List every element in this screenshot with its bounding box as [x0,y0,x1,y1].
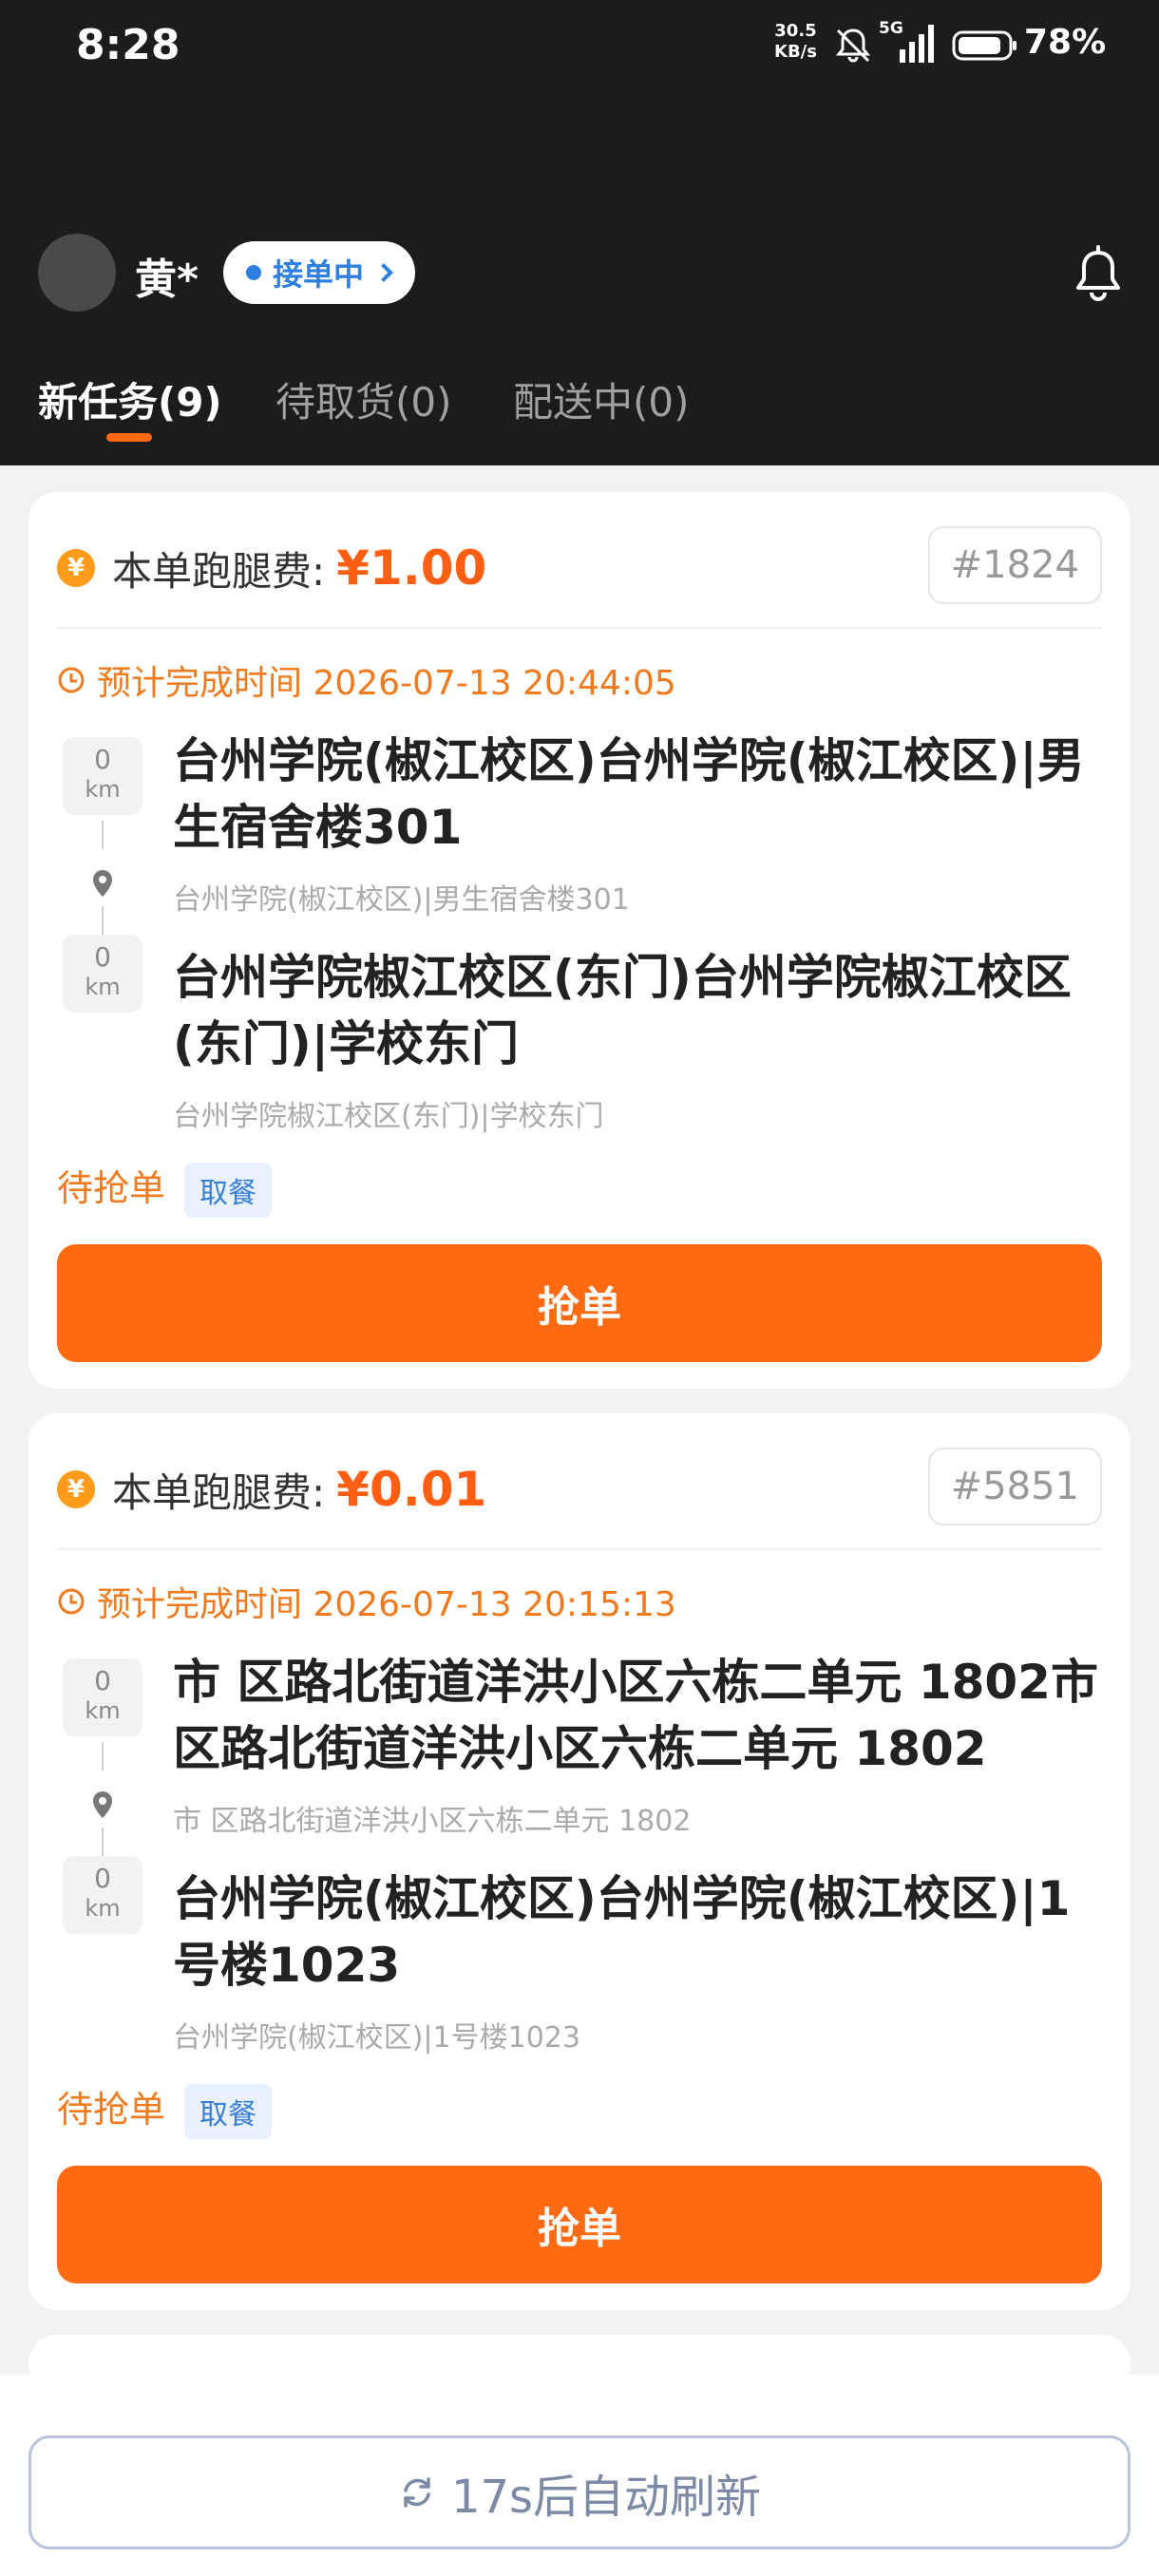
order-type-tag: 取餐 [184,2084,272,2139]
pickup-address-detail: 台州学院(椒江校区)|男生宿舍楼301 [173,883,630,917]
clock-icon [58,1588,85,1615]
divider [57,1548,1102,1550]
status-label: 接单中 [273,256,365,293]
refresh-icon [404,2477,430,2508]
signal-icon [900,25,934,63]
eta-text: 预计完成时间 2026-07-13 20:44:05 [97,664,676,703]
order-number: #5851 [927,1448,1102,1525]
network-speed: 30.5 KB/s [774,21,817,62]
grab-order-button[interactable]: 抢单 [57,1244,1102,1362]
location-pin-icon [93,870,112,897]
task-card: ¥ 本单跑腿费: ¥0.01 #5851 预计完成时间 2026-07-13 2… [28,1413,1130,2310]
order-status: 待抢单 [57,2089,166,2131]
auto-refresh-button[interactable]: 17s后自动刷新 [28,2435,1130,2549]
active-tab-indicator [106,433,152,442]
status-dot-icon [246,265,261,280]
task-tabs: 新任务(9) 待取货(0) 配送中(0) [0,370,1159,427]
pickup-distance: 0 km [63,737,142,815]
status-bar: 8:28 30.5 KB/s 5G 78% [0,0,1159,90]
order-status: 待抢单 [57,1167,166,1209]
dropoff-address: 台州学院(椒江校区)台州学院(椒江校区)|1号楼1023 [173,1871,1071,1993]
eta-row: 预计完成时间 2026-07-13 20:44:05 [57,655,676,705]
eta-row: 预计完成时间 2026-07-13 20:15:13 [57,1577,676,1626]
yen-icon: ¥ [57,549,95,587]
order-status-toggle[interactable]: 接单中 [223,241,416,304]
fee-row: ¥ 本单跑腿费: ¥0.01 [57,1461,486,1518]
battery-percent: 78% [1024,23,1107,62]
bell-icon[interactable] [1072,245,1125,304]
refresh-label: 17s后自动刷新 [450,2471,762,2524]
fee-label: 本单跑腿费: [112,1468,326,1516]
order-number: #1824 [927,526,1102,604]
fee-label: 本单跑腿费: [112,547,326,595]
battery-icon [952,30,1016,61]
route-line [102,906,104,935]
pickup-address: 市 区路北街道洋洪小区六栋二单元 1802市 区路北街道洋洪小区六栋二单元 18… [173,1655,1098,1776]
fee-row: ¥ 本单跑腿费: ¥1.00 [57,540,486,597]
dropoff-distance: 0 km [63,935,142,1013]
dropoff-distance: 0 km [63,1856,142,1934]
location-pin-icon [93,1791,112,1818]
yen-icon: ¥ [57,1470,95,1508]
pickup-address: 台州学院(椒江校区)台州学院(椒江校区)|男生宿舍楼301 [173,733,1085,855]
chevron-right-icon [374,263,393,282]
user-name: 黄* [135,256,200,304]
app-header: 8:28 30.5 KB/s 5G 78% 黄* 接单中 新任务(9) 待取货(… [0,0,1159,465]
tab-delivering[interactable]: 配送中(0) [513,370,690,428]
route-line [102,1828,104,1856]
pickup-address-detail: 市 区路北街道洋洪小区六栋二单元 1802 [173,1805,692,1838]
bottom-bar: 17s后自动刷新 [0,2375,1159,2576]
dropoff-address-detail: 台州学院(椒江校区)|1号楼1023 [173,2021,580,2055]
fee-value: ¥1.00 [336,540,487,596]
mute-bell-icon [835,28,871,63]
route-line [102,1742,104,1771]
clock-icon [58,667,85,693]
fee-value: ¥0.01 [336,1462,487,1517]
pickup-distance: 0 km [63,1658,142,1736]
tab-new-tasks[interactable]: 新任务(9) [38,370,222,428]
order-type-tag: 取餐 [184,1163,272,1218]
dropoff-address-detail: 台州学院椒江校区(东门)|学校东门 [173,1100,604,1133]
task-card: ¥ 本单跑腿费: ¥1.00 #1824 预计完成时间 2026-07-13 2… [28,492,1130,1389]
avatar[interactable] [38,234,116,312]
divider [57,627,1102,629]
tab-pending-pickup[interactable]: 待取货(0) [276,370,452,428]
route-line [102,821,104,849]
clock-time: 8:28 [76,21,180,69]
dropoff-address: 台州学院椒江校区(东门)台州学院椒江校区(东门)|学校东门 [173,950,1072,1071]
eta-text: 预计完成时间 2026-07-13 20:15:13 [97,1585,676,1624]
grab-order-button[interactable]: 抢单 [57,2166,1102,2283]
